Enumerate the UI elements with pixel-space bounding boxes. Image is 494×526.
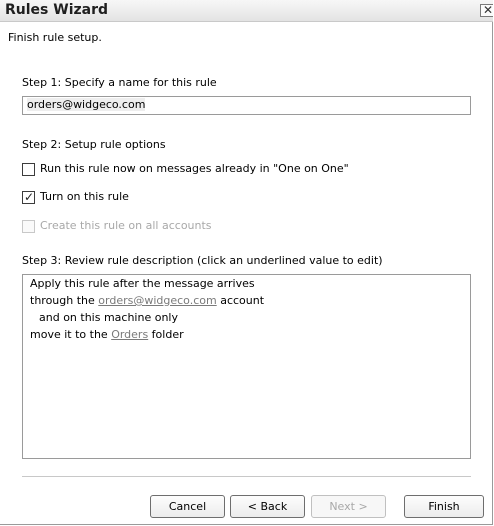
description-line-4: move it to the Orders folder xyxy=(30,328,184,341)
checkmark-icon: ✓ xyxy=(24,190,35,204)
rules-wizard-window: Rules Wizard ✕ Finish rule setup. Step 1… xyxy=(0,0,493,525)
turn-on-label[interactable]: Turn on this rule xyxy=(40,190,129,203)
footer-separator xyxy=(22,476,471,477)
description-line-3: and on this machine only xyxy=(39,311,178,324)
account-link[interactable]: orders@widgeco.com xyxy=(98,294,216,307)
finish-button[interactable]: Finish xyxy=(404,495,484,518)
back-button[interactable]: < Back xyxy=(230,495,305,518)
run-now-label[interactable]: Run this rule now on messages already in… xyxy=(40,162,349,175)
cancel-button[interactable]: Cancel xyxy=(150,495,225,518)
turn-on-checkbox[interactable]: ✓ xyxy=(22,190,35,204)
step3-label: Step 3: Review rule description (click a… xyxy=(22,254,383,267)
run-now-checkbox[interactable] xyxy=(22,163,35,176)
all-accounts-checkbox xyxy=(22,220,35,233)
step1-label: Step 1: Specify a name for this rule xyxy=(22,76,217,89)
folder-link[interactable]: Orders xyxy=(111,328,148,341)
description-line-1: Apply this rule after the message arrive… xyxy=(30,277,255,290)
description-line-2: through the orders@widgeco.com account xyxy=(30,294,265,307)
close-button[interactable]: ✕ xyxy=(480,4,493,17)
rule-name-value: orders@widgeco.com xyxy=(27,98,146,111)
all-accounts-label: Create this rule on all accounts xyxy=(40,219,212,232)
window-title: Rules Wizard xyxy=(5,2,109,18)
next-button: Next > xyxy=(311,495,386,518)
intro-text: Finish rule setup. xyxy=(8,31,102,44)
rule-description-box: Apply this rule after the message arrive… xyxy=(22,274,471,459)
step2-label: Step 2: Setup rule options xyxy=(22,138,166,151)
title-bar: Rules Wizard ✕ xyxy=(0,0,493,22)
close-icon: ✕ xyxy=(483,4,493,17)
rule-name-input[interactable]: orders@widgeco.com xyxy=(22,96,471,115)
